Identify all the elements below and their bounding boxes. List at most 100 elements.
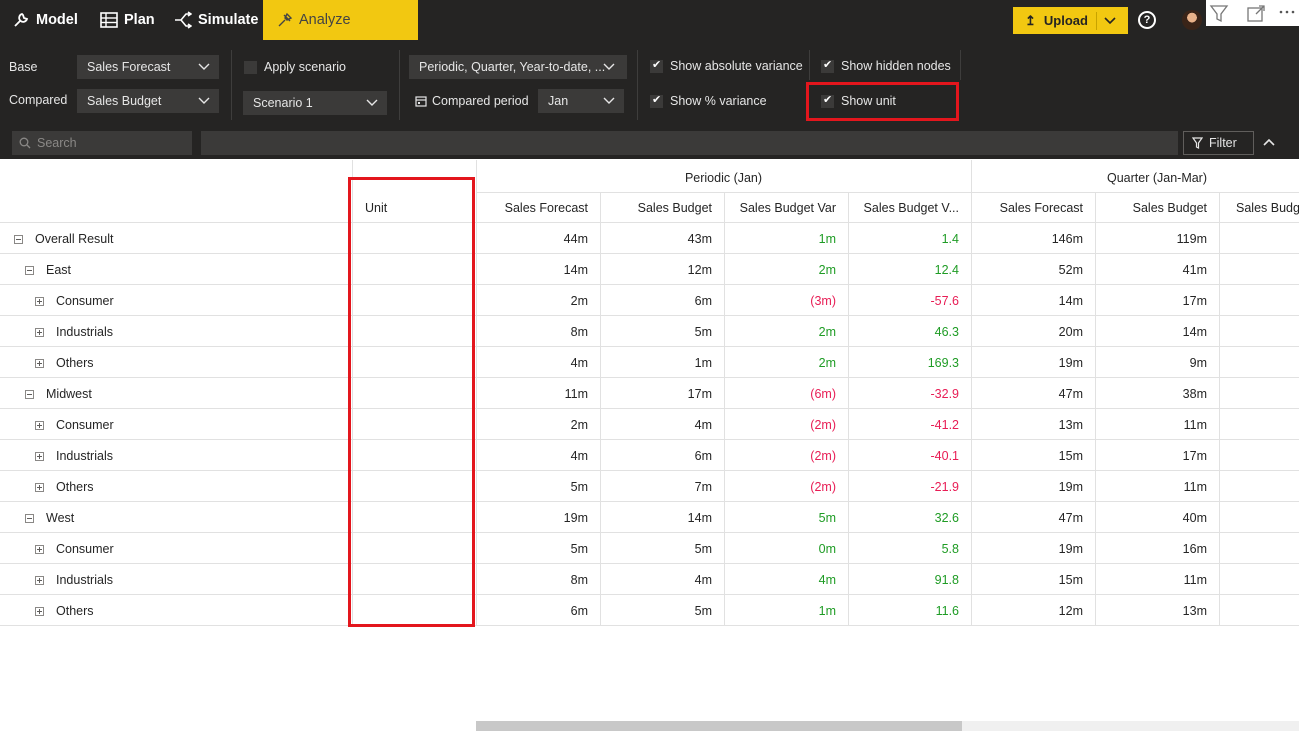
help-icon[interactable]: ? [1138, 11, 1156, 29]
column-group-header: Quarter (Jan-Mar) [1106, 171, 1208, 185]
column-header[interactable]: Sales Budget V... [848, 201, 971, 215]
table-cell: 2m [818, 325, 836, 339]
chevron-down-icon[interactable] [1104, 16, 1116, 25]
column-header[interactable]: Sales Forecast [971, 201, 1095, 215]
row-label: Industrials [56, 325, 113, 339]
column-header[interactable]: Sales Budget [600, 201, 724, 215]
table-cell: 2m [570, 418, 588, 432]
show-hidden-nodes-checkbox[interactable]: Show hidden nodes [821, 58, 951, 73]
show-pct-variance-checkbox[interactable]: Show % variance [650, 93, 767, 108]
base-dropdown[interactable]: Sales Forecast [77, 55, 219, 79]
table-cell: 32.6 [934, 511, 959, 525]
expand-plus-icon[interactable] [35, 296, 44, 306]
nav-analyze-label: Analyze [299, 12, 351, 28]
table-cell: -40.1 [930, 449, 960, 463]
filter-button-label: Filter [1209, 136, 1237, 150]
column-header[interactable]: Sales Forecast [476, 201, 600, 215]
row-label: Overall Result [35, 232, 114, 246]
toolbar-divider [809, 50, 810, 80]
column-header[interactable]: Sales Budge [1219, 201, 1303, 215]
collapse-minus-icon[interactable] [25, 389, 34, 399]
expand-plus-icon[interactable] [35, 358, 44, 368]
data-grid: Periodic (Jan) Quarter (Jan-Mar) Unit Sales… [0, 160, 1303, 670]
table-cell: 119m [1176, 232, 1207, 246]
upload-button[interactable]: ↥ Upload [1013, 7, 1128, 34]
table-cell: 5m [694, 542, 712, 556]
show-absolute-variance-checkbox[interactable]: Show absolute variance [650, 58, 803, 73]
filter-expression-field[interactable] [201, 131, 1178, 155]
nav-plan-label: Plan [124, 12, 155, 28]
table-cell: 44m [563, 232, 588, 246]
filter-button[interactable]: Filter [1183, 131, 1254, 155]
row-label: Consumer [56, 542, 114, 556]
row-header: Others [35, 604, 94, 618]
row-label: Midwest [46, 387, 92, 401]
table-cell: 17m [1182, 449, 1207, 463]
column-header[interactable]: Sales Budget Var [724, 201, 848, 215]
expand-plus-icon[interactable] [35, 420, 44, 430]
expand-plus-icon[interactable] [35, 327, 44, 337]
collapse-minus-icon[interactable] [14, 234, 23, 244]
row-label: East [46, 263, 72, 277]
search-input[interactable]: Search [12, 131, 192, 155]
table-cell: 2m [570, 294, 588, 308]
row-header: Others [35, 480, 94, 494]
chevron-down-icon [603, 63, 615, 70]
row-header: West [25, 511, 74, 525]
row-label: West [46, 511, 75, 525]
table-cell: 4m [570, 356, 588, 370]
checkbox-box-checked [650, 93, 663, 108]
expand-plus-icon[interactable] [35, 544, 44, 554]
table-cell: 17m [687, 387, 712, 401]
chevron-down-icon [603, 97, 615, 104]
avatar[interactable] [1182, 10, 1202, 30]
table-cell: (2m) [810, 418, 836, 432]
table-cell: 40m [1182, 511, 1207, 525]
more-icon[interactable] [1277, 4, 1297, 24]
row-header: Industrials [35, 449, 113, 463]
row-header: Industrials [35, 573, 113, 587]
apply-scenario-checkbox[interactable]: Apply scenario [244, 60, 346, 74]
column-header[interactable]: Sales Budget [1095, 201, 1219, 215]
nav-analyze[interactable]: Analyze [263, 0, 418, 40]
apply-scenario-label: Apply scenario [264, 60, 346, 74]
help-glyph: ? [1143, 14, 1151, 26]
row-label: Consumer [56, 418, 114, 432]
table-cell: 1m [818, 232, 836, 246]
nav-simulate-label: Simulate [198, 12, 259, 28]
scenario-dropdown[interactable]: Scenario 1 [243, 91, 387, 115]
table-cell: 19m [1058, 480, 1083, 494]
table-cell: 6m [694, 449, 712, 463]
toolbar-divider [399, 50, 400, 120]
table-cell: 11.6 [935, 604, 959, 618]
table-cell: 9m [1189, 356, 1207, 370]
collapse-minus-icon[interactable] [25, 265, 34, 275]
compared-dropdown[interactable]: Sales Budget [77, 89, 219, 113]
table-cell: 19m [1058, 356, 1083, 370]
expand-icon[interactable] [1246, 4, 1266, 24]
table-cell: 46.3 [934, 325, 959, 339]
show-absolute-variance-label: Show absolute variance [670, 59, 803, 73]
filter-funnel-icon[interactable] [1209, 4, 1229, 24]
expand-plus-icon[interactable] [35, 482, 44, 492]
table-cell: 14m [1182, 325, 1207, 339]
compared-period-dropdown[interactable]: Jan [538, 89, 624, 113]
nav-model[interactable]: Model [12, 0, 78, 40]
periods-dropdown[interactable]: Periodic, Quarter, Year-to-date, ... [409, 55, 627, 79]
table-cell: 2m [818, 263, 836, 277]
nav-plan[interactable]: Plan [100, 0, 155, 40]
nav-simulate[interactable]: Simulate [174, 0, 258, 40]
table-cell: 13m [1182, 604, 1207, 618]
table-cell: 13m [1058, 418, 1083, 432]
chevron-up-icon[interactable] [1262, 135, 1276, 149]
expand-plus-icon[interactable] [35, 575, 44, 585]
expand-plus-icon[interactable] [35, 606, 44, 616]
horizontal-scrollbar-thumb[interactable] [476, 721, 962, 731]
collapse-minus-icon[interactable] [25, 513, 34, 523]
table-cell: (2m) [810, 480, 836, 494]
expand-plus-icon[interactable] [35, 451, 44, 461]
table-cell: 5m [570, 542, 588, 556]
show-pct-variance-label: Show % variance [670, 94, 767, 108]
checkbox-box-checked [821, 58, 834, 73]
upload-label: Upload [1043, 13, 1088, 28]
